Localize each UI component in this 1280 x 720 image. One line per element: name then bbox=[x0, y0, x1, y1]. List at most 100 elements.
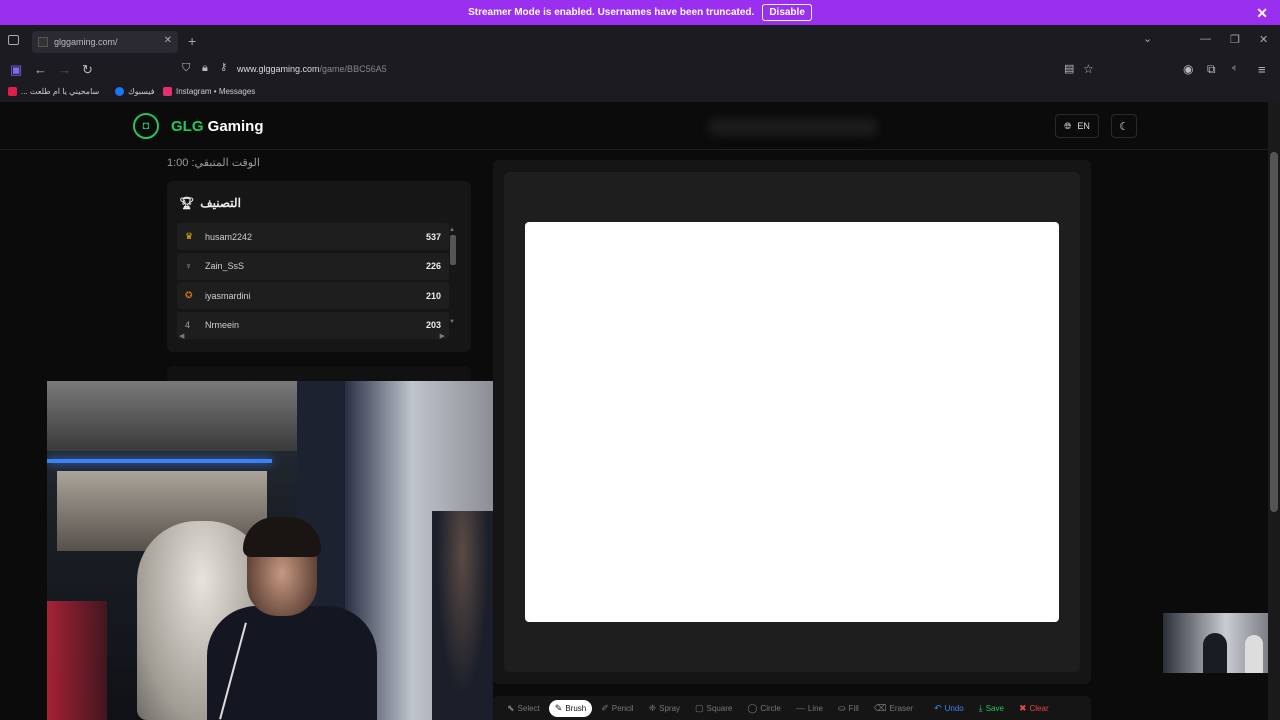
theme-toggle[interactable]: ☾ bbox=[1111, 114, 1137, 138]
mini-cam-hood bbox=[1245, 635, 1263, 673]
language-switcher[interactable]: 🌐︎ EN bbox=[1055, 114, 1099, 138]
player-score: 226 bbox=[425, 261, 441, 271]
tool-label: Fill bbox=[848, 703, 859, 713]
ranking-list: ♛ husam2242 537 ♆ Zain_SsS 226 ✪ iyasmar… bbox=[177, 223, 449, 341]
clear-button[interactable]: ✖ Clear bbox=[1013, 700, 1055, 717]
ranking-card: 🏆︎ التصنيف ♛ husam2242 537 ♆ Zain_SsS 22… bbox=[167, 181, 471, 352]
ranking-row: ♆ Zain_SsS 226 bbox=[177, 252, 449, 280]
tool-eraser[interactable]: ⌫ Eraser bbox=[868, 700, 919, 717]
extensions-icon[interactable]: ⧉ bbox=[1207, 62, 1216, 77]
undo-button[interactable]: ↶ Undo bbox=[928, 700, 970, 717]
tool-spray[interactable]: ❈ Spray bbox=[643, 700, 686, 717]
browser-navbar: ▣ ← → ↻ ⛉ 🔒︎ ⚷ www.glggaming.com/game/BB… bbox=[0, 57, 1280, 83]
disable-button[interactable]: Disable bbox=[762, 4, 812, 21]
minimize-icon[interactable]: — bbox=[1200, 33, 1211, 45]
tool-brush[interactable]: ✎ Brush bbox=[548, 699, 593, 717]
audio-icon[interactable]: 🔈︎ bbox=[1232, 62, 1239, 75]
tab-close-icon[interactable]: ✕ bbox=[164, 35, 172, 46]
back-icon[interactable]: ← bbox=[34, 62, 47, 77]
tool-circle[interactable]: ◯ Circle bbox=[741, 700, 787, 717]
webcam-bystander bbox=[432, 511, 493, 720]
bookmark-youtube[interactable]: ... سامحيني يا ام طلعت bbox=[8, 87, 99, 96]
shield-icon[interactable]: ⛉ bbox=[182, 62, 190, 75]
url-domain: www.glggaming.com bbox=[237, 64, 320, 74]
tool-fill[interactable]: ⛀ Fill bbox=[832, 700, 865, 717]
crown-icon: ♛ bbox=[185, 231, 194, 241]
bookmark-instagram[interactable]: Instagram • Messages bbox=[163, 87, 255, 96]
tool-label: Line bbox=[807, 703, 823, 713]
ranking-row: ✪ iyasmardini 210 bbox=[177, 282, 449, 309]
tool-line[interactable]: — Line bbox=[790, 700, 829, 716]
ranking-row: ♛ husam2242 537 bbox=[177, 223, 449, 250]
bookmark-facebook[interactable]: فيسبوك bbox=[115, 87, 155, 96]
page-scroll-thumb[interactable] bbox=[1270, 152, 1278, 512]
site-header: ◘ GLG Gaming 🌐︎ EN ☾ bbox=[0, 102, 1268, 150]
circle-icon: ◯ bbox=[747, 702, 758, 713]
scroll-down-icon[interactable]: ▼ bbox=[449, 319, 455, 325]
streamer-hair bbox=[243, 517, 321, 557]
tool-label: Square bbox=[706, 703, 733, 713]
square-icon: ▢ bbox=[695, 702, 704, 713]
tool-label: Spray bbox=[659, 703, 681, 713]
reader-view-icon[interactable]: ▤ bbox=[1064, 62, 1074, 75]
permissions-icon[interactable]: ⚷ bbox=[220, 62, 227, 73]
streamer-mode-banner: Streamer Mode is enabled. Usernames have… bbox=[0, 0, 1280, 25]
drawing-toolbar: ⬉ Select ✎ Brush ✐ Pencil ❈ Spray ▢ Square ◯ C… bbox=[493, 696, 1091, 720]
address-bar[interactable]: www.glggaming.com/game/BBC56A5 bbox=[237, 64, 387, 74]
drawing-canvas[interactable] bbox=[525, 222, 1059, 622]
player-name: iyasmardini bbox=[205, 290, 251, 301]
bookmarks-bar: ... سامحيني يا ام طلعت فيسبوك Instagram … bbox=[0, 83, 1280, 102]
new-tab-icon[interactable]: + bbox=[188, 33, 196, 49]
scroll-up-icon[interactable]: ▲ bbox=[449, 227, 455, 233]
tool-pencil[interactable]: ✐ Pencil bbox=[595, 700, 639, 717]
reload-icon[interactable]: ↻ bbox=[82, 62, 93, 78]
ranking-header: 🏆︎ التصنيف bbox=[179, 196, 241, 210]
bookmark-star-icon[interactable]: ☆ bbox=[1083, 62, 1094, 76]
restore-icon[interactable]: ❐ bbox=[1230, 33, 1240, 46]
medal-icon: ✪ bbox=[185, 290, 193, 300]
scroll-left-icon[interactable]: ◀ bbox=[179, 332, 184, 340]
page-content: ◘ GLG Gaming 🌐︎ EN ☾ الوقت المتبقي: 1:00… bbox=[0, 102, 1268, 720]
download-icon: ⤓ bbox=[978, 702, 983, 713]
line-icon: — bbox=[795, 703, 805, 713]
account-icon[interactable]: ◉ bbox=[1183, 62, 1193, 76]
menu-icon[interactable]: ≡ bbox=[1258, 62, 1266, 77]
trophy-icon: 🏆︎ bbox=[179, 196, 195, 210]
instagram-icon bbox=[163, 87, 172, 96]
browser-tabbar: glggaming.com/ ✕ + ⌄ — ❐ ✕ bbox=[0, 25, 1280, 57]
tool-square[interactable]: ▢ Square bbox=[689, 700, 738, 717]
ranking-hscroll[interactable]: ◀ ▶ bbox=[179, 332, 445, 340]
globe-icon: 🌐︎ bbox=[1064, 120, 1072, 131]
player-name: Nrmeein bbox=[205, 320, 240, 330]
mini-cam-person bbox=[1203, 633, 1227, 673]
tool-label: Eraser bbox=[889, 703, 914, 713]
scroll-thumb[interactable] bbox=[450, 235, 456, 265]
tab-list-icon[interactable] bbox=[8, 35, 19, 45]
player-score: 203 bbox=[425, 320, 441, 330]
site-logo[interactable]: ◘ GLG Gaming bbox=[133, 113, 264, 139]
tool-label: Circle bbox=[760, 703, 781, 713]
webcam-chair bbox=[47, 601, 107, 720]
lock-icon[interactable]: 🔒︎ bbox=[202, 62, 208, 75]
sidebar-toggle-icon[interactable]: ▣ bbox=[10, 62, 22, 78]
close-icon[interactable]: ✕ bbox=[1256, 5, 1268, 22]
youtube-icon bbox=[8, 87, 17, 96]
forward-icon[interactable]: → bbox=[58, 62, 71, 77]
tool-select[interactable]: ⬉ Select bbox=[501, 700, 546, 717]
save-button[interactable]: ⤓ Save bbox=[973, 700, 1010, 717]
ranking-scrollbar[interactable]: ▲ ▼ bbox=[449, 227, 457, 327]
player-name: Zain_SsS bbox=[205, 261, 245, 271]
player-score: 537 bbox=[425, 231, 441, 242]
tab-overflow-chevron-icon[interactable]: ⌄ bbox=[1143, 32, 1152, 45]
browser-tab[interactable]: glggaming.com/ ✕ bbox=[32, 31, 178, 53]
eraser-icon: ⌫ bbox=[873, 702, 887, 713]
rank-4-icon: 4 bbox=[185, 320, 191, 330]
scroll-right-icon[interactable]: ▶ bbox=[440, 332, 445, 340]
facebook-icon bbox=[115, 87, 124, 96]
tool-label: Pencil bbox=[611, 703, 634, 713]
brand-suffix: Gaming bbox=[203, 117, 264, 135]
window-close-icon[interactable]: ✕ bbox=[1259, 33, 1268, 46]
webcam-streamer bbox=[197, 517, 377, 720]
page-scrollbar[interactable] bbox=[1268, 102, 1280, 720]
bookmark-label: ... سامحيني يا ام طلعت bbox=[21, 87, 100, 96]
